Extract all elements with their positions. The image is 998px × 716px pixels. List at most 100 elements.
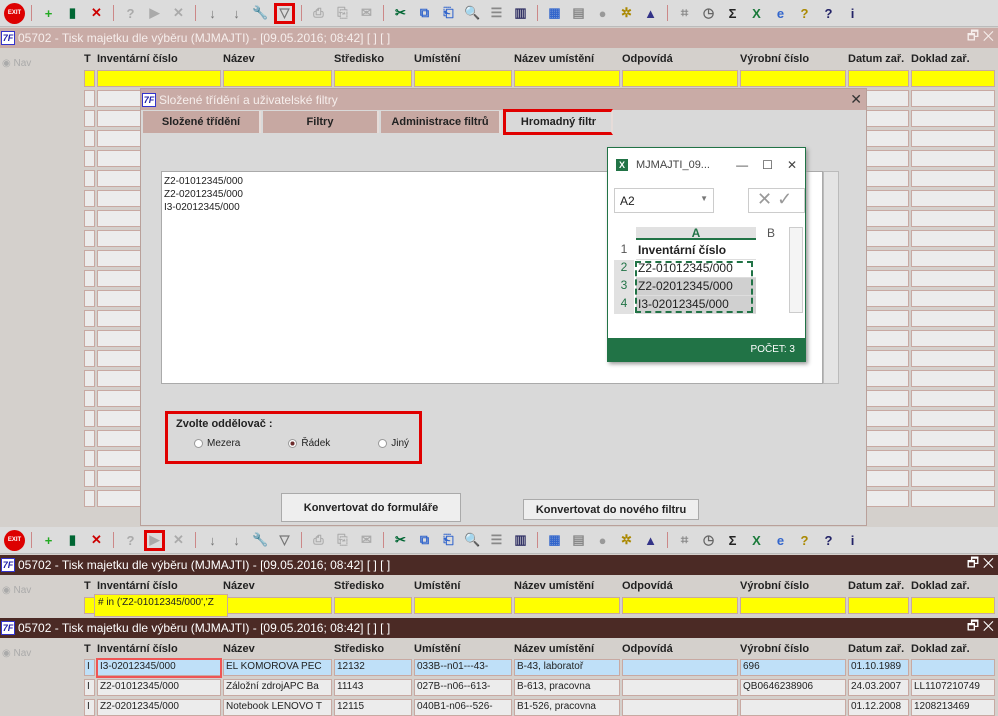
table-cell[interactable]: I [84,659,95,676]
grid-cell[interactable] [84,90,95,107]
column-header[interactable]: Inventární číslo [97,643,178,655]
excel-icon[interactable]: X [746,3,767,24]
table-cell[interactable]: 11143 [334,679,412,696]
paste-icon[interactable]: ⎗ [438,530,459,551]
column-header[interactable]: Název [223,580,255,592]
table-cell[interactable] [622,679,738,696]
radio-mezera[interactable]: Mezera [194,438,240,449]
table-cell[interactable]: QB0646238906 [740,679,846,696]
paste-icon[interactable]: ⎗ [438,3,459,24]
grid-cell[interactable] [84,410,95,427]
grid-cell[interactable] [911,130,995,147]
clock-icon[interactable]: ◷ [698,3,719,24]
grid-cell[interactable] [911,330,995,347]
column-header[interactable]: Středisko [334,53,384,65]
grid-cell[interactable] [911,310,995,327]
grid-cell[interactable] [911,290,995,307]
delete-record-icon[interactable]: ✕ [86,530,107,551]
column-header[interactable]: Název umístění [514,643,594,655]
column-header[interactable]: T [84,643,91,655]
clock-icon[interactable]: ◷ [698,530,719,551]
grid-cell[interactable] [911,270,995,287]
excel-cell[interactable]: Inventární číslo [636,242,756,260]
row-header[interactable]: 1 [614,242,634,260]
filter-cell[interactable] [223,70,332,87]
grid-cell[interactable] [911,470,995,487]
grid-cell[interactable] [84,150,95,167]
filter-cell[interactable] [334,597,412,614]
edit-record-icon[interactable]: ▮ [62,530,83,551]
context-help-icon[interactable]: ? [818,530,839,551]
table-cell[interactable]: Notebook LENOVO T [223,699,332,716]
table-cell[interactable]: 040B1-n06--526- [414,699,512,716]
grid-cell[interactable] [911,430,995,447]
table-cell[interactable] [740,699,846,716]
filter-cell[interactable] [514,597,620,614]
sort-desc-icon[interactable]: ↓ [226,3,247,24]
tab-slozene-trideni[interactable]: Složené třídění [143,111,261,133]
execute-query-icon[interactable]: ▶ [144,529,165,551]
grid-cell[interactable] [84,350,95,367]
add-record-icon[interactable]: + [38,530,59,551]
mail-icon[interactable]: ✉ [356,530,377,551]
filter-cell[interactable] [911,597,995,614]
grid-cell[interactable] [84,290,95,307]
grid-cell[interactable] [911,370,995,387]
sum-icon[interactable]: Σ [722,530,743,551]
table-cell[interactable]: B-43, laboratoř [514,659,620,676]
column-header[interactable]: Název umístění [514,580,594,592]
restore-icon[interactable]: 🗗 [967,555,979,570]
filter-cell[interactable] [223,597,332,614]
filter-icon[interactable]: ▽ [274,530,295,551]
add-record-icon[interactable]: + [38,3,59,24]
grid-cell[interactable] [84,370,95,387]
table-cell[interactable]: I [84,679,95,696]
sort-desc-icon[interactable]: ↓ [226,530,247,551]
print-setup-icon[interactable]: ⎘ [332,3,353,24]
restore-icon[interactable]: 🗗 [967,28,979,43]
grid-cell[interactable] [84,310,95,327]
grid-cell[interactable] [84,230,95,247]
table-cell[interactable]: B-613, pracovna [514,679,620,696]
table-cell[interactable]: 12115 [334,699,412,716]
report-icon[interactable]: ▦ [544,530,565,551]
info-icon[interactable]: i [842,530,863,551]
name-box[interactable]: A2 ▼ [614,188,714,213]
filter-icon[interactable]: ▽ [274,2,295,24]
tab-hromadny-filtr[interactable]: Hromadný filtr [503,109,613,135]
sort-asc-icon[interactable]: ↓ [202,3,223,24]
filter-cell[interactable] [911,70,995,87]
column-header[interactable]: Umístění [414,53,460,65]
print-icon[interactable]: ⎙ [308,3,329,24]
column-header[interactable]: Odpovídá [622,53,673,65]
grid-cell[interactable] [911,190,995,207]
radio-řádek[interactable]: Řádek [288,438,330,449]
filter-cell[interactable] [97,70,221,87]
delete-record-icon[interactable]: ✕ [86,3,107,24]
document-icon[interactable]: ▤ [568,3,589,24]
table-cell[interactable]: I [84,699,95,716]
row-header[interactable]: 4 [614,296,634,314]
formula-cancel-icon[interactable]: ✕ ✓ [748,188,805,213]
exit-icon[interactable]: EXIT [4,529,25,551]
column-header[interactable]: Název umístění [514,53,594,65]
grid-cell[interactable] [911,350,995,367]
column-a-header[interactable]: A [636,227,756,240]
table-cell[interactable]: LL1107210749 [911,679,995,696]
restore-icon[interactable]: 🗗 [967,618,979,633]
tab-administrace-filtru[interactable]: Administrace filtrů [381,111,501,133]
help-icon[interactable]: ? [794,3,815,24]
excel-icon[interactable]: X [746,530,767,551]
print-setup-icon[interactable]: ⎘ [332,530,353,551]
table-cell[interactable]: 12132 [334,659,412,676]
grid-cell[interactable] [911,230,995,247]
filter-cell[interactable] [334,70,412,87]
mail-icon[interactable]: ✉ [356,3,377,24]
column-header[interactable]: Inventární číslo [97,580,178,592]
grid-cell[interactable] [911,110,995,127]
column-header[interactable]: Doklad zař. [911,643,970,655]
grid-cell[interactable] [84,110,95,127]
grid-cell[interactable] [911,390,995,407]
column-header[interactable]: Umístění [414,643,460,655]
cut-icon[interactable]: ✂ [390,3,411,24]
